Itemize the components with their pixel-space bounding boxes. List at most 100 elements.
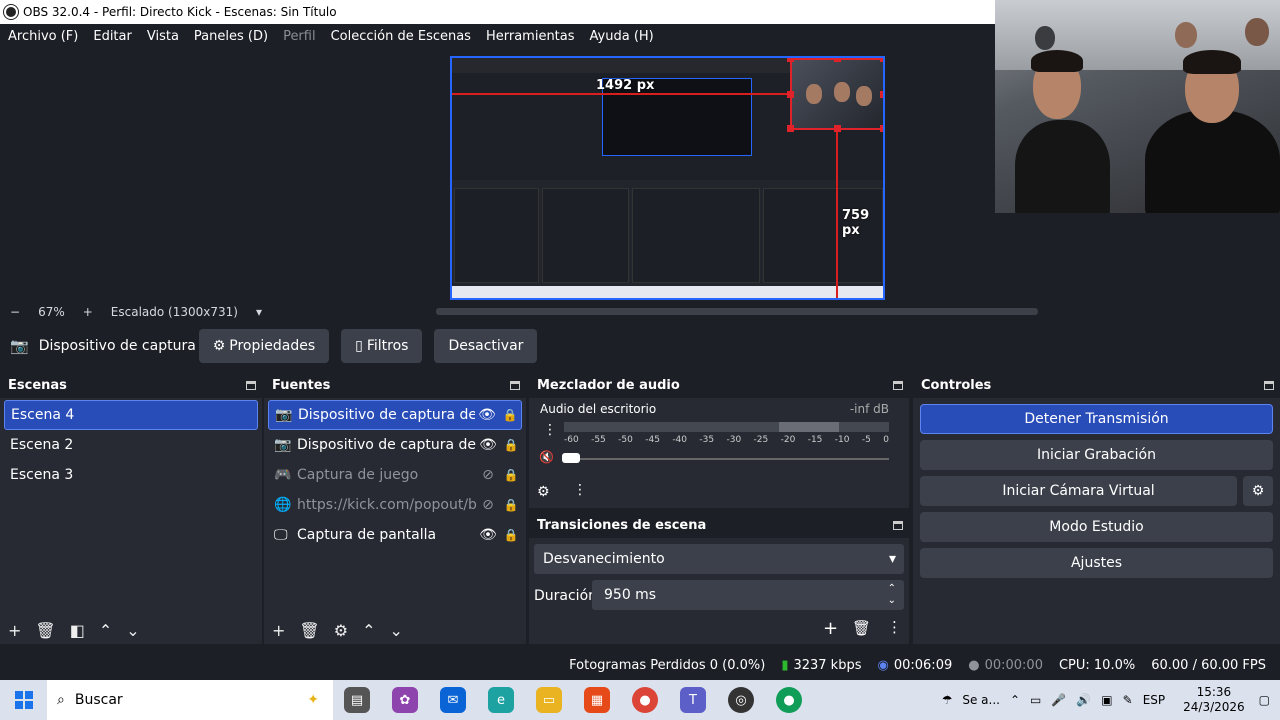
stepper-icon[interactable]: ⌃ ⌄ [888, 583, 896, 607]
mute-icon[interactable]: 🔇 [539, 450, 554, 464]
remove-scene-icon[interactable]: 🗑 [35, 621, 55, 640]
network-icon[interactable]: ▣ [1101, 693, 1112, 707]
filters-button[interactable]: ▯ Filtros [341, 329, 423, 363]
lock-icon[interactable]: 🔒 [499, 408, 521, 422]
duration-field[interactable]: 950 ms ⌃ ⌄ [592, 580, 904, 610]
remove-source-icon[interactable]: 🗑 [299, 621, 319, 640]
lock-icon[interactable]: 🔒 [500, 498, 522, 512]
properties-button[interactable]: ⚙ Propiedades [198, 329, 330, 363]
resize-handle[interactable] [787, 58, 794, 62]
scene-filters-icon[interactable]: ◧ [70, 621, 85, 640]
menu-ayuda[interactable]: Ayuda (H) [590, 29, 654, 44]
menu-vista[interactable]: Vista [147, 29, 179, 44]
eye-icon[interactable]: 👁 [476, 437, 500, 453]
menu-perfil[interactable]: Perfil [283, 29, 316, 44]
chevron-up-icon[interactable]: ⌃ [1010, 693, 1020, 707]
selected-camera-source[interactable] [790, 58, 883, 130]
studio-mode-button[interactable]: Modo Estudio [920, 512, 1273, 542]
chrome-profile-icon[interactable]: ● [776, 687, 802, 713]
deactivate-button[interactable]: Desactivar [434, 329, 538, 363]
scene-item[interactable]: Escena 2 [4, 430, 258, 460]
lock-icon[interactable]: 🔒 [500, 468, 522, 482]
scene-item[interactable]: Escena 4 [4, 400, 258, 430]
add-transition-icon[interactable]: + [823, 618, 838, 639]
preview-horizontal-scrollbar[interactable] [436, 308, 1038, 315]
teams-icon[interactable]: T [680, 687, 706, 713]
volume-icon[interactable]: 🔊 [1076, 693, 1091, 707]
obs-taskbar-icon[interactable]: ◎ [728, 687, 754, 713]
add-source-icon[interactable]: + [272, 621, 285, 640]
move-up-icon[interactable]: ⌃ [99, 621, 112, 640]
edge-icon[interactable]: e [488, 687, 514, 713]
scale-dropdown-icon[interactable]: ▾ [256, 305, 262, 319]
mixer-menu-icon[interactable]: ⋮ [573, 482, 587, 498]
scenes-footer: + 🗑 ◧ ⌃ ⌄ [0, 616, 262, 644]
clock[interactable]: 15:36 24/3/2026 [1183, 685, 1245, 715]
weather-icon[interactable]: ☂ [942, 693, 953, 707]
menu-herramientas[interactable]: Herramientas [486, 29, 575, 44]
undock-icon[interactable] [893, 380, 903, 390]
task-view-icon[interactable]: ▤ [344, 687, 370, 713]
virtual-camera-button[interactable]: Iniciar Cámara Virtual [920, 476, 1237, 506]
stop-stream-button[interactable]: Detener Transmisión [920, 404, 1273, 434]
outlook-icon[interactable]: ✉ [440, 687, 466, 713]
resize-handle[interactable] [880, 125, 883, 132]
source-item[interactable]: 📷 Dispositivo de captura de vídeo 👁 🔒 [268, 430, 522, 460]
language-indicator[interactable]: ESP [1143, 693, 1165, 707]
zoom-out-button[interactable]: − [10, 305, 20, 319]
pen-icon[interactable]: ✎ [1123, 693, 1133, 707]
lock-icon[interactable]: 🔒 [500, 438, 522, 452]
zoom-in-button[interactable]: + [83, 305, 93, 319]
settings-button[interactable]: Ajustes [920, 548, 1273, 578]
notifications-icon[interactable]: ▢ [1259, 693, 1270, 707]
add-scene-icon[interactable]: + [8, 621, 21, 640]
menu-coleccion-escenas[interactable]: Colección de Escenas [331, 29, 471, 44]
source-item[interactable]: 📷 Dispositivo de captura de vídeo 👁 🔒 [268, 400, 522, 430]
menu-editar[interactable]: Editar [93, 29, 132, 44]
move-down-icon[interactable]: ⌄ [389, 621, 402, 640]
start-recording-button[interactable]: Iniciar Grabación [920, 440, 1273, 470]
eye-icon[interactable]: 👁 [475, 407, 499, 423]
transition-select[interactable]: Desvanecimiento ▾ [534, 544, 904, 574]
transition-menu-icon[interactable]: ⋮ [887, 618, 902, 636]
lock-icon[interactable]: 🔒 [500, 528, 522, 542]
source-item[interactable]: 🎮 Captura de juego ⊘ 🔒 [268, 460, 522, 490]
store-icon[interactable]: ▦ [584, 687, 610, 713]
eye-hidden-icon[interactable]: ⊘ [476, 497, 500, 513]
undock-icon[interactable] [893, 520, 903, 530]
remove-transition-icon[interactable]: 🗑 [852, 619, 871, 637]
copilot-icon[interactable]: ✿ [392, 687, 418, 713]
source-settings-icon[interactable]: ⚙ [334, 621, 348, 640]
advanced-audio-icon[interactable]: ⚙ [537, 484, 550, 500]
weather-text[interactable]: Se a... [962, 693, 1000, 707]
eye-hidden-icon[interactable]: ⊘ [476, 467, 500, 483]
resize-handle[interactable] [880, 58, 883, 62]
scene-item[interactable]: Escena 3 [4, 460, 258, 490]
undock-icon[interactable] [246, 380, 256, 390]
move-down-icon[interactable]: ⌄ [126, 621, 139, 640]
microphone-icon[interactable]: 🎤 [1051, 693, 1066, 707]
track-menu-icon[interactable]: ⋮ [543, 422, 557, 438]
volume-slider-handle[interactable] [562, 453, 580, 463]
taskbar-search[interactable]: ⌕ Buscar ✦ [47, 680, 333, 720]
battery-icon[interactable]: ▭ [1030, 693, 1041, 707]
resize-handle[interactable] [787, 125, 794, 132]
menu-paneles[interactable]: Paneles (D) [194, 29, 268, 44]
move-up-icon[interactable]: ⌃ [362, 621, 375, 640]
resize-handle[interactable] [834, 58, 841, 62]
resize-handle[interactable] [880, 91, 883, 98]
file-explorer-icon[interactable]: ▭ [536, 687, 562, 713]
source-item[interactable]: 🖵 Captura de pantalla 👁 🔒 [268, 520, 522, 550]
undock-icon[interactable] [510, 380, 520, 390]
virtual-camera-settings-button[interactable]: ⚙ [1243, 476, 1273, 506]
eye-icon[interactable]: 👁 [476, 527, 500, 543]
resize-handle[interactable] [834, 125, 841, 132]
volume-slider[interactable] [564, 458, 889, 460]
windows-start-icon[interactable] [15, 691, 33, 709]
source-item[interactable]: 🌐 https://kick.com/popout/bal ⊘ 🔒 [268, 490, 522, 520]
chrome-icon[interactable]: ● [632, 687, 658, 713]
undock-icon[interactable] [1264, 380, 1274, 390]
menu-archivo[interactable]: Archivo (F) [8, 29, 78, 44]
preview-canvas[interactable]: 1492 px 759 px [450, 56, 885, 300]
resize-handle[interactable] [787, 91, 794, 98]
